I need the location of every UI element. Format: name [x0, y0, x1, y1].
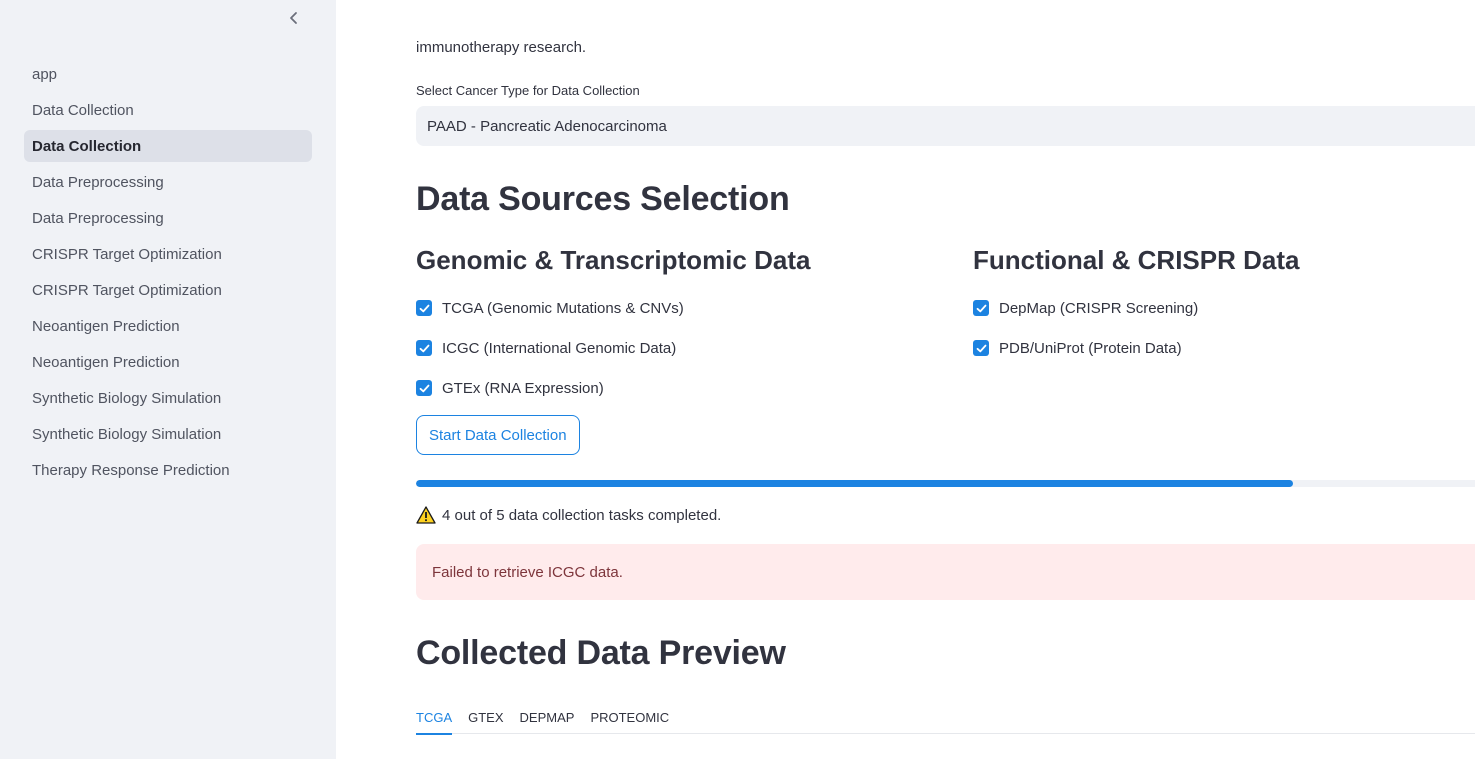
genomic-heading: Genomic & Transcriptomic Data: [416, 245, 811, 275]
chevron-left-icon: [290, 12, 297, 24]
check-icon[interactable]: [973, 300, 989, 316]
tab-depmap[interactable]: DEPMAP: [520, 700, 575, 734]
main-content: immunotherapy research. Select Cancer Ty…: [416, 0, 1475, 759]
check-icon[interactable]: [416, 380, 432, 396]
status-text: 4 out of 5 data collection tasks complet…: [442, 506, 722, 524]
sidebar-nav: app Data Collection Data Collection Data…: [24, 58, 312, 490]
tab-tcga[interactable]: TCGA: [416, 700, 453, 735]
checkbox-pdb-uniprot[interactable]: PDB/UniProt (Protein Data): [973, 336, 1182, 360]
sidebar-item-app[interactable]: app: [24, 58, 312, 90]
tab-proteomic[interactable]: PROTEOMIC: [590, 700, 669, 734]
checkbox-depmap[interactable]: DepMap (CRISPR Screening): [973, 296, 1198, 320]
sidebar-item-data-collection-active[interactable]: Data Collection: [24, 130, 312, 162]
sidebar-item-synthetic-biology-simulation[interactable]: Synthetic Biology Simulation: [24, 382, 312, 414]
checkbox-label: ICGC (International Genomic Data): [442, 339, 677, 357]
data-preview-tabs: TCGA GTEX DEPMAP PROTEOMIC: [416, 700, 1475, 735]
warning-icon: [416, 506, 436, 524]
collapse-sidebar-button[interactable]: [282, 6, 306, 30]
sidebar-item-data-preprocessing[interactable]: Data Preprocessing: [24, 166, 312, 198]
sidebar-item-neoantigen-prediction[interactable]: Neoantigen Prediction: [24, 310, 312, 342]
checkbox-label: DepMap (CRISPR Screening): [999, 299, 1199, 317]
collected-data-preview-heading: Collected Data Preview: [416, 634, 786, 672]
progress-fill: [416, 480, 1294, 487]
error-alert: Failed to retrieve ICGC data.: [416, 544, 1475, 600]
check-icon[interactable]: [416, 300, 432, 316]
check-icon[interactable]: [416, 340, 432, 356]
sidebar: app Data Collection Data Collection Data…: [0, 0, 336, 759]
sidebar-item-synthetic-biology-simulation-2[interactable]: Synthetic Biology Simulation: [24, 418, 312, 450]
sidebar-item-crispr-target-optimization-2[interactable]: CRISPR Target Optimization: [24, 274, 312, 306]
cancer-type-label: Select Cancer Type for Data Collection: [416, 83, 640, 98]
checkbox-icgc[interactable]: ICGC (International Genomic Data): [416, 336, 676, 360]
sidebar-item-neoantigen-prediction-2[interactable]: Neoantigen Prediction: [24, 346, 312, 378]
checkbox-label: TCGA (Genomic Mutations & CNVs): [442, 299, 684, 317]
checkbox-label: PDB/UniProt (Protein Data): [999, 339, 1182, 357]
data-sources-heading: Data Sources Selection: [416, 180, 790, 218]
sidebar-item-therapy-response-prediction[interactable]: Therapy Response Prediction: [24, 454, 312, 486]
check-icon[interactable]: [973, 340, 989, 356]
functional-heading: Functional & CRISPR Data: [973, 245, 1300, 275]
checkbox-tcga[interactable]: TCGA (Genomic Mutations & CNVs): [416, 296, 684, 320]
progress-bar: [416, 480, 1475, 487]
sidebar-item-data-preprocessing-2[interactable]: Data Preprocessing: [24, 202, 312, 234]
tab-gtex[interactable]: GTEX: [468, 700, 503, 734]
sidebar-item-data-collection[interactable]: Data Collection: [24, 94, 312, 126]
cancer-type-select[interactable]: PAAD - Pancreatic Adenocarcinoma: [416, 106, 1475, 146]
start-data-collection-button[interactable]: Start Data Collection: [416, 415, 580, 455]
sidebar-item-crispr-target-optimization[interactable]: CRISPR Target Optimization: [24, 238, 312, 270]
intro-text: immunotherapy research.: [416, 39, 587, 56]
status-message: 4 out of 5 data collection tasks complet…: [416, 506, 721, 524]
error-text: Failed to retrieve ICGC data.: [432, 563, 623, 581]
checkbox-label: GTEx (RNA Expression): [442, 379, 604, 397]
checkbox-gtex[interactable]: GTEx (RNA Expression): [416, 376, 604, 400]
